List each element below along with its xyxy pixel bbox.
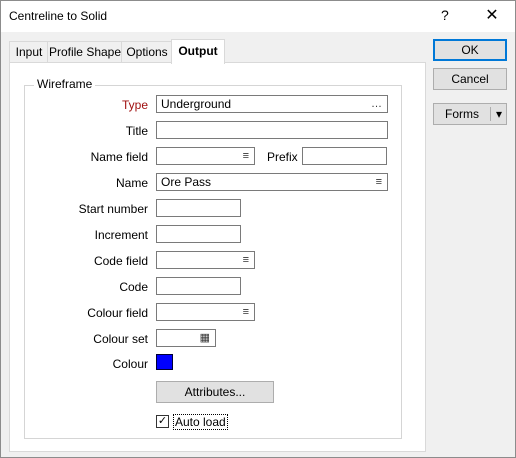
colour-swatch[interactable]	[156, 354, 173, 370]
help-button[interactable]: ?	[441, 7, 449, 23]
start-number-label: Start number	[78, 202, 148, 216]
prefix-field[interactable]	[302, 147, 387, 165]
close-icon[interactable]: ✕	[477, 3, 507, 29]
colour-field-input[interactable]: ≡	[156, 303, 255, 321]
colour-set-icon[interactable]: ▦	[200, 330, 210, 346]
code-field[interactable]	[156, 277, 241, 295]
list-icon[interactable]: ≡	[243, 148, 249, 164]
name-field-label: Name field	[90, 150, 148, 164]
cancel-button[interactable]: Cancel	[433, 68, 507, 90]
type-value: Underground	[161, 97, 232, 111]
colour-label: Colour	[112, 357, 148, 371]
start-number-field[interactable]	[156, 199, 241, 217]
name-field[interactable]: Ore Pass ≡	[156, 173, 388, 191]
browse-icon[interactable]: …	[371, 96, 382, 112]
forms-divider	[490, 107, 491, 121]
auto-load-checkbox[interactable]: ✓	[156, 415, 169, 428]
forms-label: Forms	[445, 107, 479, 121]
colour-set-label: Colour set	[93, 332, 148, 346]
attributes-button[interactable]: Attributes...	[156, 381, 274, 403]
name-value: Ore Pass	[161, 175, 212, 189]
name-field-input[interactable]: ≡	[156, 147, 255, 165]
wireframe-group-legend: Wireframe	[34, 77, 96, 91]
list-icon[interactable]: ≡	[243, 304, 249, 320]
window-title: Centreline to Solid	[9, 9, 108, 23]
list-icon[interactable]: ≡	[376, 174, 382, 190]
prefix-label: Prefix	[267, 150, 298, 164]
increment-field[interactable]	[156, 225, 241, 243]
name-label: Name	[115, 176, 148, 190]
tab-input[interactable]: Input	[9, 41, 49, 62]
auto-load-label[interactable]: Auto load	[173, 414, 228, 430]
forms-button[interactable]: Forms ▾	[433, 103, 507, 125]
ok-button[interactable]: OK	[433, 39, 507, 61]
colour-set-field[interactable]: ▦	[156, 329, 216, 347]
code-field-label: Code field	[93, 254, 148, 268]
type-label: Type	[121, 98, 148, 112]
tab-output[interactable]: Output	[171, 39, 225, 64]
dialog-window: Centreline to Solid ? ✕ Input Profile Sh…	[0, 0, 516, 458]
code-label: Code	[119, 280, 148, 294]
tab-options[interactable]: Options	[121, 41, 173, 62]
type-field[interactable]: Underground …	[156, 95, 388, 113]
title-field[interactable]	[156, 121, 388, 139]
list-icon[interactable]: ≡	[243, 252, 249, 268]
title-label: Title	[125, 124, 148, 138]
title-bar: Centreline to Solid ? ✕	[1, 1, 515, 32]
colour-field-label: Colour field	[87, 306, 148, 320]
increment-label: Increment	[94, 228, 148, 242]
chevron-down-icon[interactable]: ▾	[492, 104, 506, 124]
code-field-input[interactable]: ≡	[156, 251, 255, 269]
tab-profile-shape[interactable]: Profile Shape	[47, 41, 123, 62]
